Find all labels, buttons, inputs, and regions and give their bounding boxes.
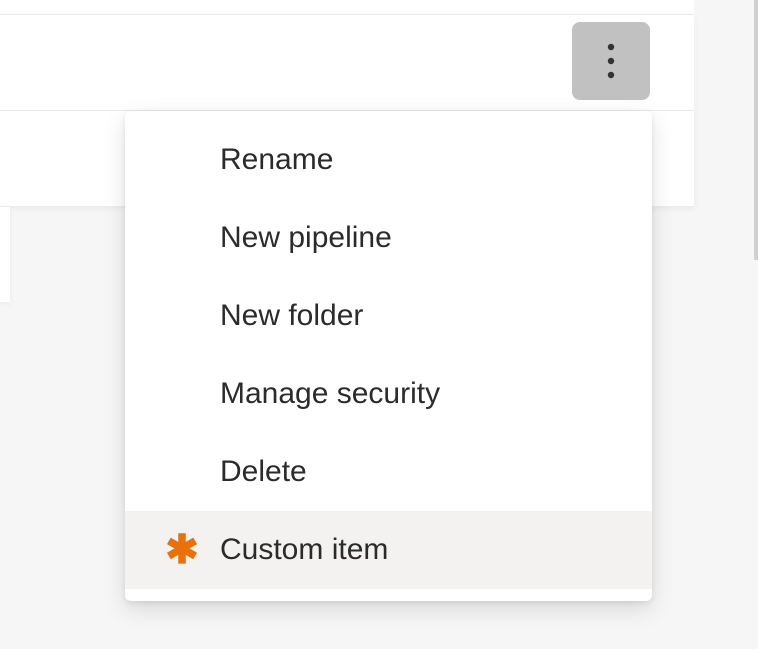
context-menu: Rename New pipeline New folder Manage se… [125, 111, 652, 601]
list-row [0, 0, 694, 15]
menu-item-label: Custom item [220, 533, 388, 567]
menu-item-label: Delete [220, 455, 307, 489]
menu-item-delete[interactable]: Delete [125, 433, 652, 511]
menu-item-new-folder[interactable]: New folder [125, 277, 652, 355]
menu-item-new-pipeline[interactable]: New pipeline [125, 199, 652, 277]
scrollbar[interactable] [754, 0, 758, 260]
list-row[interactable] [0, 207, 10, 302]
menu-item-label: Rename [220, 143, 333, 177]
menu-item-label: New pipeline [220, 221, 392, 255]
menu-item-manage-security[interactable]: Manage security [125, 355, 652, 433]
menu-item-rename[interactable]: Rename [125, 121, 652, 199]
more-options-button[interactable] [572, 22, 650, 100]
menu-item-custom[interactable]: ✱ Custom item [125, 511, 652, 589]
menu-item-label: Manage security [220, 377, 440, 411]
more-vertical-icon [607, 43, 615, 79]
asterisk-icon: ✱ [165, 533, 199, 567]
menu-item-label: New folder [220, 299, 363, 333]
